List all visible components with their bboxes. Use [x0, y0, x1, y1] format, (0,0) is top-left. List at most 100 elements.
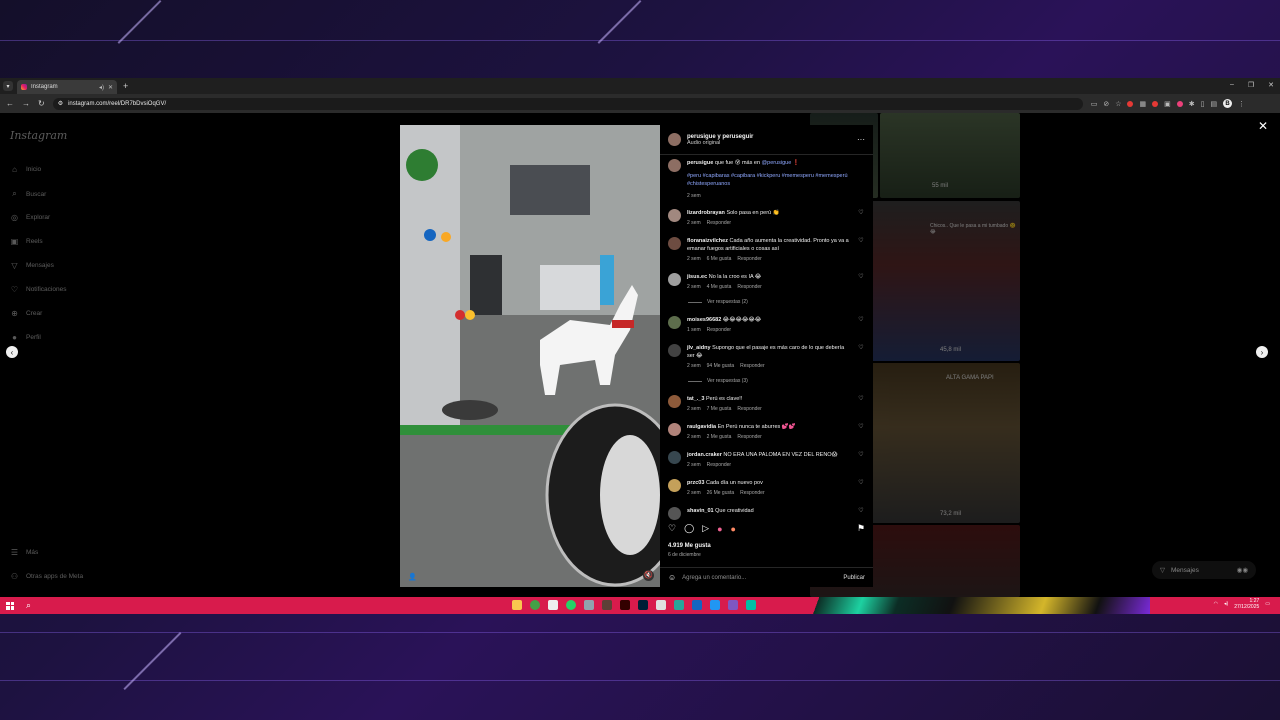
- avatar[interactable]: [668, 451, 681, 464]
- feed-tile[interactable]: 55 mil: [880, 113, 1020, 198]
- reload-icon[interactable]: ↻: [38, 99, 45, 108]
- clock[interactable]: 1:27 27/12/2025: [1234, 598, 1259, 610]
- reply-button[interactable]: Responder: [737, 283, 761, 291]
- avatar[interactable]: [668, 237, 681, 250]
- whatsapp-icon[interactable]: [566, 600, 576, 610]
- comment-user[interactable]: przc03: [687, 480, 704, 486]
- sidebar-item-explorar[interactable]: ◎ Explorar: [10, 213, 50, 222]
- view-replies-button[interactable]: Ver respuestas (3): [688, 378, 748, 384]
- back-icon[interactable]: ←: [6, 99, 14, 108]
- comment-user[interactable]: moises96682: [687, 317, 721, 323]
- avatar[interactable]: [668, 395, 681, 408]
- sidebar-item-inicio[interactable]: ⌂ Inicio: [10, 165, 41, 174]
- comment-likes[interactable]: 7 Me gusta: [707, 405, 732, 413]
- reaction-icon[interactable]: ●: [731, 524, 736, 534]
- wifi-icon[interactable]: ◠: [1214, 601, 1218, 607]
- caption-mention[interactable]: @perusigue: [762, 160, 792, 166]
- reply-button[interactable]: Responder: [737, 405, 761, 413]
- volume-icon[interactable]: ◂): [1224, 601, 1228, 607]
- app-icon[interactable]: [656, 600, 666, 610]
- comment-input[interactable]: Agrega un comentario...: [682, 575, 837, 581]
- like-comment-icon[interactable]: ♡: [857, 316, 865, 334]
- avatar[interactable]: [668, 316, 681, 329]
- app-icon[interactable]: [674, 600, 684, 610]
- app-icon[interactable]: [746, 600, 756, 610]
- comment-user[interactable]: floranaizvilchez: [687, 238, 728, 244]
- like-comment-icon[interactable]: ♡: [857, 451, 865, 469]
- forward-icon[interactable]: →: [22, 99, 30, 108]
- like-icon[interactable]: ♡: [668, 523, 676, 534]
- sidebar-item-mensajes[interactable]: ▽ Mensajes: [10, 261, 53, 270]
- tab-instagram[interactable]: Instagram ◂) ✕: [17, 80, 117, 94]
- comment-likes[interactable]: 2 Me gusta: [707, 433, 732, 441]
- avatar[interactable]: [668, 133, 681, 146]
- file-explorer-icon[interactable]: [512, 600, 522, 610]
- app-icon[interactable]: [548, 600, 558, 610]
- reel-video[interactable]: 👤 🔇: [400, 125, 660, 587]
- save-bookmark-icon[interactable]: ⚑: [857, 523, 865, 534]
- comment-user[interactable]: tat_._3: [687, 396, 704, 402]
- comment-likes[interactable]: 26 Me gusta: [707, 489, 735, 497]
- hide-icon[interactable]: ⊘: [1103, 100, 1109, 108]
- address-bar[interactable]: ⚙ instagram.com/reel/DR7bDvsiOqGV/: [52, 97, 1083, 110]
- bookmark-star-icon[interactable]: ☆: [1115, 100, 1121, 108]
- avatar[interactable]: [668, 344, 681, 357]
- app-icon[interactable]: [692, 600, 702, 610]
- audio-label[interactable]: Audio original: [687, 140, 753, 146]
- reply-button[interactable]: Responder: [740, 489, 764, 497]
- like-comment-icon[interactable]: ♡: [857, 479, 865, 497]
- comment-user[interactable]: lizardrobrayan: [687, 210, 725, 216]
- extension-pink-icon[interactable]: [1176, 100, 1183, 107]
- share-icon[interactable]: ▷: [702, 523, 709, 534]
- messages-button[interactable]: ▽ Mensajes ◉◉: [1152, 561, 1256, 579]
- reply-button[interactable]: Responder: [740, 362, 764, 370]
- extension-square-icon[interactable]: ▣: [1164, 100, 1171, 108]
- avatar[interactable]: [668, 209, 681, 222]
- avatar[interactable]: [668, 423, 681, 436]
- extension-record-icon[interactable]: [1152, 100, 1159, 107]
- avatar[interactable]: [668, 273, 681, 286]
- search-icon[interactable]: ⌕: [26, 600, 31, 611]
- post-author[interactable]: perusigue y peruseguir: [687, 134, 753, 140]
- tab-search-button[interactable]: ▾: [3, 81, 13, 91]
- sidebar-item-buscar[interactable]: ⌕ Buscar: [10, 189, 46, 199]
- caption-user[interactable]: perusigue: [687, 160, 713, 166]
- comment-likes[interactable]: 6 Me gusta: [707, 255, 732, 263]
- photoshop-icon[interactable]: [638, 600, 648, 610]
- like-comment-icon[interactable]: ♡: [857, 344, 865, 370]
- sidebar-item-meta-apps[interactable]: ⚇ Otras apps de Meta: [10, 572, 83, 581]
- comment-likes[interactable]: 4 Me gusta: [707, 283, 732, 291]
- sidebar-item-perfil[interactable]: ● Perfil: [10, 333, 41, 342]
- illustrator-icon[interactable]: [620, 600, 630, 610]
- more-options-icon[interactable]: ···: [857, 135, 865, 144]
- mute-icon[interactable]: 🔇: [643, 570, 654, 581]
- browser-menu-icon[interactable]: ⋮: [1238, 100, 1245, 108]
- sidebar-item-mas[interactable]: ☰ Más: [10, 548, 38, 557]
- previous-post-button[interactable]: ‹: [6, 346, 18, 358]
- minimize-icon[interactable]: –: [1230, 81, 1234, 89]
- app-icon[interactable]: [584, 600, 594, 610]
- comment-user[interactable]: shavin_01: [687, 508, 714, 514]
- like-comment-icon[interactable]: ♡: [857, 507, 865, 520]
- close-tab-icon[interactable]: ✕: [108, 84, 113, 91]
- hashtags[interactable]: #peru #capibaras #capibara #kickperu #me…: [687, 172, 865, 188]
- close-window-icon[interactable]: ✕: [1268, 81, 1274, 89]
- sidebar-item-notificaciones[interactable]: ♡ Notificaciones: [10, 285, 67, 294]
- comment-likes[interactable]: 94 Me gusta: [707, 362, 735, 370]
- next-post-button[interactable]: ›: [1256, 346, 1268, 358]
- cast-icon[interactable]: ▭: [1091, 100, 1098, 108]
- emoji-icon[interactable]: ☺: [668, 573, 676, 582]
- comment-user[interactable]: jisus.ec: [687, 274, 707, 280]
- likes-count[interactable]: 4.919 Me gusta: [668, 543, 711, 549]
- sticker-icon[interactable]: ●: [717, 524, 722, 534]
- windows-start-icon[interactable]: [6, 601, 14, 610]
- profile-avatar[interactable]: B: [1223, 99, 1233, 108]
- extension-grid-icon[interactable]: ▦: [1139, 100, 1146, 108]
- user-tag-icon[interactable]: 👤: [408, 573, 417, 581]
- app-icon[interactable]: [602, 600, 612, 610]
- comment-user[interactable]: jordan.craker: [687, 452, 722, 458]
- speaker-icon[interactable]: ◂): [99, 84, 104, 91]
- app-icon[interactable]: [710, 600, 720, 610]
- close-modal-icon[interactable]: ✕: [1258, 119, 1268, 133]
- comment-icon[interactable]: ◯: [684, 523, 694, 534]
